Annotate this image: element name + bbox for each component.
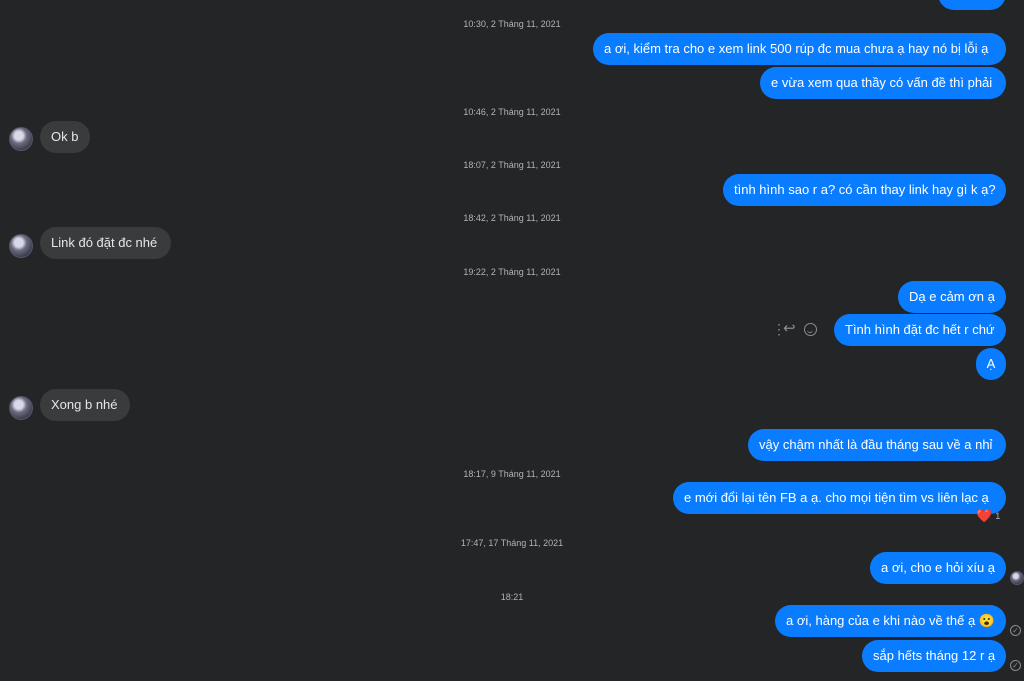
message-outgoing[interactable]: a ơi, hàng của e khi nào về thế ạ 😮 <box>775 605 1006 637</box>
message-incoming[interactable]: Link đó đặt đc nhé <box>40 227 171 259</box>
timestamp: 19:22, 2 Tháng 11, 2021 <box>463 267 561 277</box>
contact-avatar[interactable] <box>9 396 33 420</box>
message-outgoing[interactable]: e vừa xem qua thầy có vấn đề thì phải <box>760 67 1006 99</box>
message-incoming[interactable]: Ok b <box>40 121 90 153</box>
sent-check-icon: ✓ <box>1010 625 1021 636</box>
timestamp: 18:21 <box>500 592 524 602</box>
message-outgoing[interactable]: vậy chậm nhất là đầu tháng sau về a nhỉ <box>748 429 1006 461</box>
timestamp: 18:07, 2 Tháng 11, 2021 <box>463 160 561 170</box>
smile-icon[interactable] <box>803 322 817 336</box>
timestamp: 10:46, 2 Tháng 11, 2021 <box>463 107 561 117</box>
contact-avatar[interactable] <box>9 234 33 258</box>
message-outgoing[interactable]: e mới đổi lại tên FB a ạ. cho mọi tiện t… <box>673 482 1006 514</box>
timestamp: 17:47, 17 Tháng 11, 2021 <box>460 538 564 548</box>
timestamp: 18:42, 2 Tháng 11, 2021 <box>463 213 561 223</box>
timestamp: 10:30, 2 Tháng 11, 2021 <box>463 19 561 29</box>
message-outgoing[interactable]: tình hình sao r a? có cần thay link hay … <box>723 174 1006 206</box>
message-bubble-partial[interactable] <box>938 0 1006 10</box>
message-outgoing[interactable]: Tình hình đặt đc hết r chứ <box>834 314 1006 346</box>
message-outgoing[interactable]: a ơi, cho e hỏi xíu ạ <box>870 552 1006 584</box>
message-outgoing[interactable]: Ạ <box>976 348 1006 380</box>
reaction-badge[interactable]: ❤️ 1 <box>976 508 1000 524</box>
chat-thread: 10:30, 2 Tháng 11, 2021 a ơi, kiểm tra c… <box>0 0 1024 681</box>
more-vertical-icon[interactable]: ⋮ <box>772 322 786 336</box>
sent-check-icon: ✓ <box>1010 660 1021 671</box>
message-actions: ⋮ ↩ <box>772 318 817 340</box>
message-incoming[interactable]: Xong b nhé <box>40 389 130 421</box>
message-outgoing[interactable]: sắp hếts tháng 12 r ạ <box>862 640 1006 672</box>
reply-icon[interactable]: ↩ <box>783 318 796 340</box>
seen-avatar <box>1010 571 1024 585</box>
message-outgoing[interactable]: a ơi, kiểm tra cho e xem link 500 rúp đc… <box>593 33 1006 65</box>
timestamp: 18:17, 9 Tháng 11, 2021 <box>463 469 561 479</box>
reaction-count: 1 <box>995 511 1001 521</box>
contact-avatar[interactable] <box>9 127 33 151</box>
heart-icon: ❤️ <box>976 508 993 523</box>
message-outgoing[interactable]: Dạ e cảm ơn ạ <box>898 281 1006 313</box>
